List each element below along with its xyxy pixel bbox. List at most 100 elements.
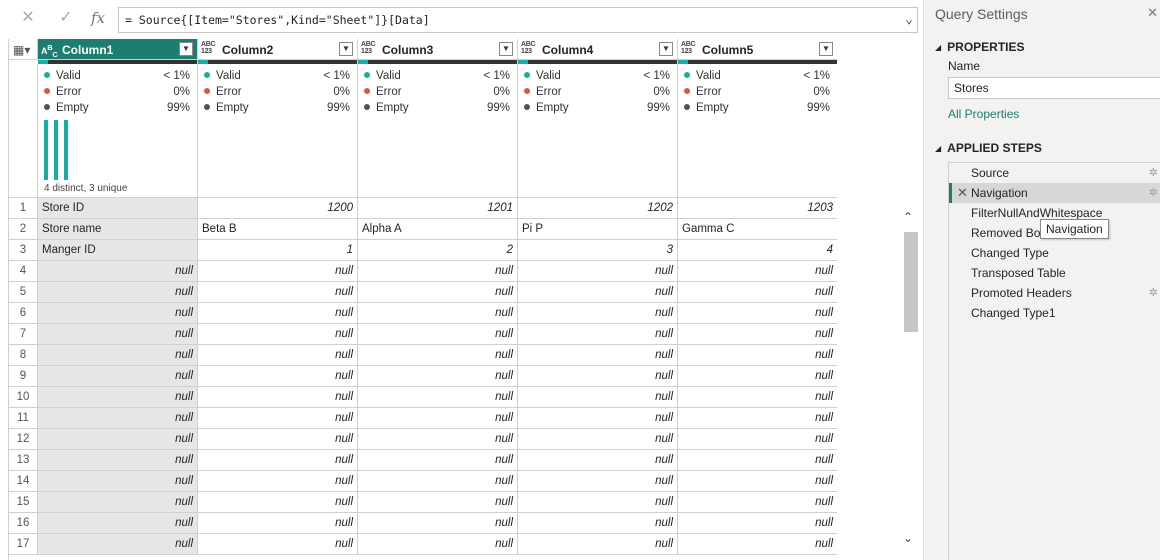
table-cell[interactable]: null: [358, 450, 518, 471]
applied-steps-section[interactable]: ◢ APPLIED STEPS: [935, 141, 1042, 155]
table-cell[interactable]: null: [518, 282, 678, 303]
table-cell[interactable]: null: [358, 303, 518, 324]
row-number[interactable]: 7: [9, 324, 38, 345]
check-icon[interactable]: ✓: [56, 8, 76, 28]
table-cell[interactable]: null: [38, 408, 198, 429]
table-cell[interactable]: null: [678, 471, 837, 492]
table-cell[interactable]: null: [358, 513, 518, 534]
gear-icon[interactable]: ✲: [1149, 283, 1158, 303]
table-cell[interactable]: null: [198, 303, 358, 324]
chevron-down-icon[interactable]: ⌄: [905, 8, 913, 32]
table-cell[interactable]: null: [38, 303, 198, 324]
vertical-scrollbar[interactable]: ⌃ ⌄: [900, 208, 922, 560]
table-cell[interactable]: null: [518, 408, 678, 429]
applied-step[interactable]: Promoted Headers ✲: [949, 283, 1160, 303]
row-number[interactable]: 10: [9, 387, 38, 408]
table-cell[interactable]: null: [518, 261, 678, 282]
table-cell[interactable]: null: [518, 513, 678, 534]
table-cell[interactable]: null: [678, 366, 837, 387]
table-cell[interactable]: null: [518, 471, 678, 492]
query-name-input[interactable]: Stores: [948, 77, 1160, 99]
table-cell[interactable]: Beta B: [198, 219, 358, 240]
table-cell[interactable]: null: [358, 366, 518, 387]
delete-step-icon[interactable]: ✕: [957, 183, 968, 203]
table-cell[interactable]: null: [38, 345, 198, 366]
table-cell[interactable]: null: [678, 513, 837, 534]
table-cell[interactable]: 1202: [518, 198, 678, 219]
table-cell[interactable]: null: [198, 534, 358, 555]
table-cell[interactable]: Pi P: [518, 219, 678, 240]
table-cell[interactable]: null: [518, 429, 678, 450]
table-cell[interactable]: null: [198, 492, 358, 513]
data-type-icon[interactable]: ABC 123: [201, 41, 216, 55]
applied-step[interactable]: Changed Type: [949, 243, 1160, 263]
filter-dropdown-icon[interactable]: ▼: [499, 42, 513, 56]
table-cell[interactable]: null: [678, 408, 837, 429]
table-cell[interactable]: null: [358, 387, 518, 408]
table-cell[interactable]: null: [678, 387, 837, 408]
close-icon[interactable]: ✕: [18, 8, 38, 28]
table-cell[interactable]: null: [518, 366, 678, 387]
table-cell[interactable]: null: [678, 282, 837, 303]
column-header-1[interactable]: ABC Column1 ▼: [38, 39, 198, 60]
table-cell[interactable]: Alpha A: [358, 219, 518, 240]
row-number[interactable]: 4: [9, 261, 38, 282]
row-number[interactable]: 15: [9, 492, 38, 513]
table-cell[interactable]: null: [678, 492, 837, 513]
applied-step[interactable]: Source ✲: [949, 163, 1160, 183]
filter-dropdown-icon[interactable]: ▼: [659, 42, 673, 56]
table-cell[interactable]: null: [198, 261, 358, 282]
table-cell[interactable]: null: [358, 429, 518, 450]
filter-dropdown-icon[interactable]: ▼: [179, 42, 193, 56]
table-cell[interactable]: 1203: [678, 198, 837, 219]
close-icon[interactable]: ✕: [1147, 5, 1158, 21]
table-cell[interactable]: null: [198, 324, 358, 345]
row-number[interactable]: 9: [9, 366, 38, 387]
table-cell[interactable]: null: [518, 387, 678, 408]
data-type-icon[interactable]: ABC 123: [681, 41, 696, 55]
table-cell[interactable]: null: [198, 513, 358, 534]
table-cell[interactable]: null: [358, 324, 518, 345]
row-number[interactable]: 8: [9, 345, 38, 366]
table-cell[interactable]: null: [358, 471, 518, 492]
table-cell[interactable]: null: [358, 282, 518, 303]
table-cell[interactable]: null: [38, 534, 198, 555]
scrollbar-thumb[interactable]: [904, 232, 918, 332]
row-number[interactable]: 1: [9, 198, 38, 219]
table-cell[interactable]: null: [198, 471, 358, 492]
row-number[interactable]: 3: [9, 240, 38, 261]
table-cell[interactable]: 4: [678, 240, 837, 261]
table-cell[interactable]: Store name: [38, 219, 198, 240]
row-number[interactable]: 14: [9, 471, 38, 492]
table-cell[interactable]: null: [358, 534, 518, 555]
table-cell[interactable]: null: [518, 534, 678, 555]
applied-step[interactable]: ✕ Navigation ✲: [949, 183, 1160, 203]
row-number[interactable]: 13: [9, 450, 38, 471]
applied-step[interactable]: Transposed Table: [949, 263, 1160, 283]
table-cell[interactable]: null: [198, 282, 358, 303]
table-cell[interactable]: null: [678, 303, 837, 324]
table-cell[interactable]: null: [38, 387, 198, 408]
data-type-icon[interactable]: ABC 123: [361, 41, 376, 55]
row-number[interactable]: 16: [9, 513, 38, 534]
table-cell[interactable]: null: [518, 345, 678, 366]
table-cell[interactable]: Store ID: [38, 198, 198, 219]
table-cell[interactable]: null: [518, 450, 678, 471]
table-cell[interactable]: null: [38, 429, 198, 450]
table-cell[interactable]: null: [678, 534, 837, 555]
row-number[interactable]: 12: [9, 429, 38, 450]
filter-dropdown-icon[interactable]: ▼: [819, 42, 833, 56]
table-cell[interactable]: Gamma C: [678, 219, 837, 240]
formula-input[interactable]: = Source{[Item="Stores",Kind="Sheet"]}[D…: [118, 7, 918, 33]
data-type-icon[interactable]: ABC: [41, 44, 58, 58]
table-cell[interactable]: null: [358, 408, 518, 429]
table-cell[interactable]: null: [678, 345, 837, 366]
chevron-down-icon[interactable]: ⌄: [903, 531, 913, 545]
chevron-up-icon[interactable]: ⌃: [903, 210, 913, 224]
table-cell[interactable]: null: [678, 324, 837, 345]
column-header-3[interactable]: ABC 123 Column3 ▼: [358, 39, 518, 60]
table-cell[interactable]: null: [38, 450, 198, 471]
applied-step[interactable]: Changed Type1: [949, 303, 1160, 323]
table-menu-button[interactable]: ▦▾: [9, 39, 38, 60]
table-cell[interactable]: null: [198, 450, 358, 471]
